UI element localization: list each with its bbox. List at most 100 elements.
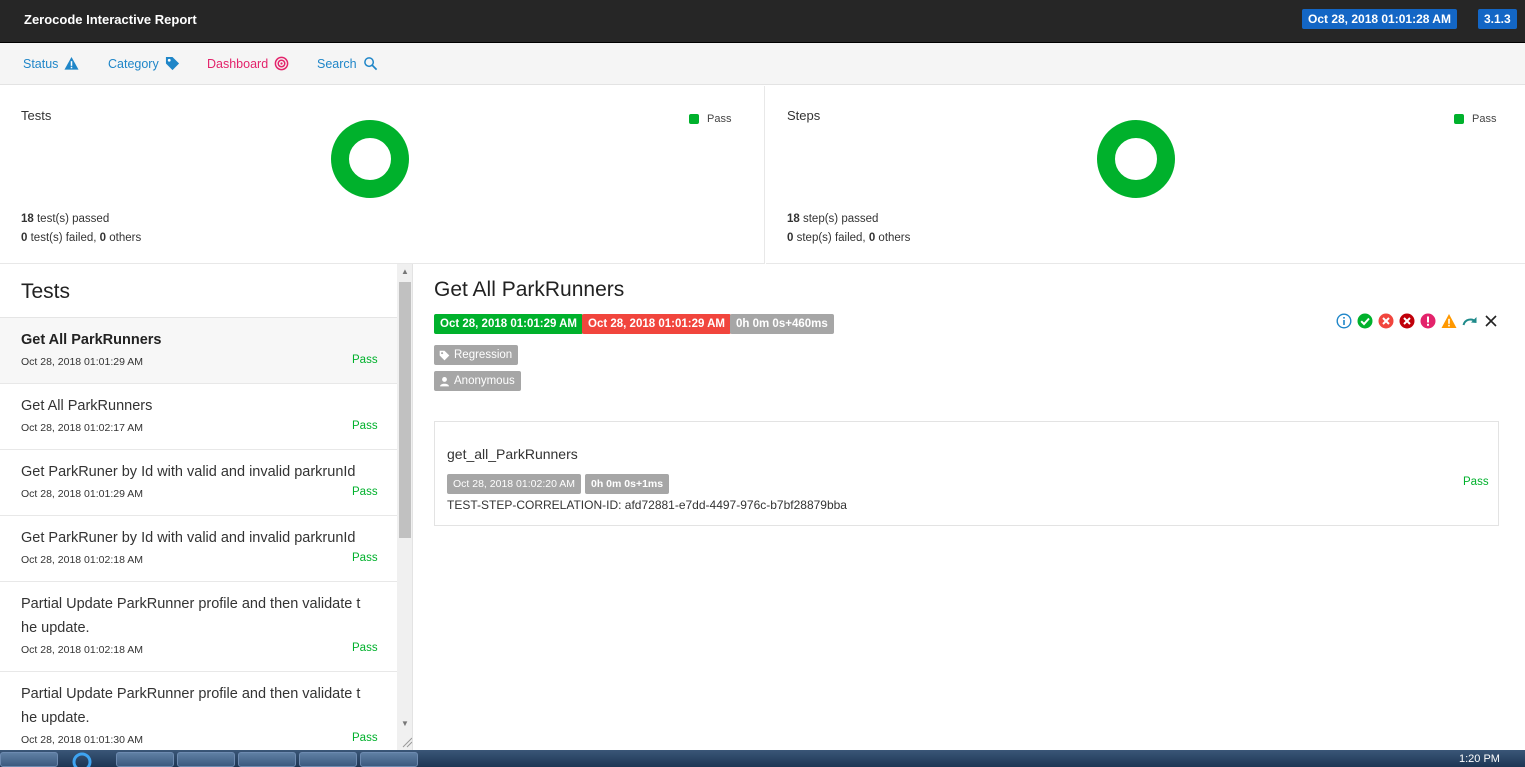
tests-failed-text: test(s) failed, — [27, 232, 100, 244]
tag-icon — [165, 56, 179, 71]
tests-passed-count: 18 — [21, 213, 34, 225]
test-list-item[interactable]: Partial Update ParkRunner profile and th… — [0, 582, 397, 672]
test-list-item[interactable]: Get ParkRuner by Id with valid and inval… — [0, 450, 397, 516]
tests-legend-label: Pass — [707, 113, 732, 125]
warning-icon — [64, 56, 79, 70]
tests-failed-line: 0 test(s) failed, 0 others — [21, 232, 141, 244]
test-detail-title: Get All ParkRunners — [434, 278, 625, 301]
nav-dashboard-label: Dashboard — [207, 56, 269, 71]
resize-grip-icon[interactable] — [401, 736, 413, 748]
test-name: Partial Update ParkRunner profile and th… — [21, 596, 361, 612]
duration-badge: 0h 0m 0s+460ms — [730, 314, 834, 334]
author-tag[interactable]: Anonymous — [434, 371, 521, 391]
test-time: Oct 28, 2018 01:02:17 AM — [21, 422, 144, 434]
step-time-badge: Oct 28, 2018 01:02:20 AM — [447, 474, 582, 494]
test-time: Oct 28, 2018 01:01:29 AM — [21, 356, 144, 368]
tag-icon — [439, 350, 450, 360]
pass-filter-icon[interactable] — [1357, 313, 1373, 329]
top-bar: Zerocode Interactive Report Oct 28, 2018… — [0, 0, 1525, 43]
report-date-badge: Oct 28, 2018 01:01:28 AM — [1302, 9, 1457, 29]
steps-passed-count: 18 — [787, 213, 800, 225]
pass-legend-swatch — [1454, 114, 1464, 124]
steps-donut-pass-arc — [1097, 120, 1175, 198]
info-filter-icon[interactable] — [1336, 313, 1352, 329]
test-name: Get All ParkRunners — [21, 332, 162, 348]
steps-failed-text: step(s) failed, — [793, 232, 869, 244]
category-tag[interactable]: Regression — [434, 345, 519, 365]
test-name: Get All ParkRunners — [21, 398, 153, 414]
test-time: Oct 28, 2018 01:02:18 AM — [21, 554, 144, 566]
taskbar-chrome-button[interactable] — [177, 752, 235, 767]
scroll-down-arrow-icon[interactable]: ▼ — [397, 716, 412, 732]
step-name: get_all_ParkRunners — [447, 446, 578, 462]
test-list-panel: Tests Get All ParkRunners Oct 28, 2018 0… — [0, 264, 413, 750]
end-time-badge: Oct 28, 2018 01:01:29 AM — [582, 314, 732, 334]
steps-summary-panel: Steps Pass 18 step(s) passed 0 step(s) f… — [766, 86, 1525, 264]
error-filter-icon[interactable] — [1420, 313, 1436, 329]
user-icon — [440, 376, 449, 386]
test-list-item[interactable]: Get All ParkRunners Oct 28, 2018 01:01:2… — [0, 318, 397, 384]
taskbar-clock[interactable]: 1:20 PM — [1459, 753, 1500, 765]
steps-passed-text: step(s) passed — [799, 213, 879, 225]
nav-category-label: Category — [108, 56, 159, 71]
tests-summary-panel: Tests Pass 18 test(s) passed 0 test(s) f… — [0, 86, 765, 264]
step-status: Pass — [1463, 476, 1489, 488]
test-time: Oct 28, 2018 01:02:18 AM — [21, 644, 144, 656]
test-time: Oct 28, 2018 01:01:30 AM — [21, 734, 144, 746]
test-list-item[interactable]: Get ParkRuner by Id with valid and inval… — [0, 516, 397, 582]
search-icon — [363, 57, 377, 71]
tests-passed-text: test(s) passed — [33, 213, 110, 225]
ie-browser-icon[interactable] — [62, 750, 102, 767]
test-list-header: Tests — [0, 264, 397, 318]
test-list-item[interactable]: Get All ParkRunners Oct 28, 2018 01:02:1… — [0, 384, 397, 450]
test-name: Get ParkRuner by Id with valid and inval… — [21, 530, 356, 546]
taskbar-app-button[interactable] — [360, 752, 418, 767]
test-list-scrollbar[interactable]: ▲ ▼ — [397, 264, 412, 750]
category-tag-label: Regression — [454, 349, 513, 361]
tests-legend[interactable]: Pass — [689, 113, 731, 125]
taskbar-app-button[interactable] — [238, 752, 296, 767]
target-icon — [274, 56, 289, 71]
test-status: Pass — [352, 354, 378, 366]
test-name: Get ParkRuner by Id with valid and inval… — [21, 464, 356, 480]
tests-donut-chart — [331, 120, 409, 198]
fail-filter-icon[interactable] — [1378, 313, 1394, 329]
test-status: Pass — [352, 642, 378, 654]
steps-summary-title: Steps — [787, 108, 821, 123]
scroll-thumb[interactable] — [399, 282, 411, 538]
nav-dashboard[interactable]: Dashboard — [207, 56, 289, 71]
test-time: Oct 28, 2018 01:01:29 AM — [21, 488, 144, 500]
warning-filter-icon[interactable] — [1441, 313, 1457, 329]
author-tag-label: Anonymous — [454, 375, 515, 387]
tests-donut-pass-arc — [331, 120, 409, 198]
fatal-filter-icon[interactable] — [1399, 313, 1415, 329]
step-card[interactable]: get_all_ParkRunners Oct 28, 2018 01:02:2… — [434, 421, 1499, 526]
status-filter-bar — [1336, 313, 1499, 329]
test-status: Pass — [352, 420, 378, 432]
clear-filter-close-icon[interactable] — [1483, 313, 1499, 329]
test-name-continued: he update. — [21, 710, 90, 726]
tests-others-text: others — [106, 232, 142, 244]
taskbar-explorer-button[interactable] — [116, 752, 174, 767]
steps-legend[interactable]: Pass — [1454, 113, 1496, 125]
test-status: Pass — [352, 732, 378, 744]
nav-search[interactable]: Search — [317, 56, 378, 71]
nav-status[interactable]: Status — [23, 56, 79, 71]
taskbar-app-button[interactable] — [0, 752, 58, 767]
version-badge: 3.1.3 — [1478, 9, 1517, 29]
skip-filter-icon[interactable] — [1462, 313, 1478, 329]
os-taskbar: 1:20 PM — [0, 750, 1525, 767]
test-status: Pass — [352, 552, 378, 564]
steps-others-text: others — [875, 232, 911, 244]
step-correlation-id: TEST-STEP-CORRELATION-ID: afd72881-e7dd-… — [447, 498, 847, 512]
nav-status-label: Status — [23, 56, 59, 71]
nav-bar: Status Category Dashboard Search — [0, 43, 1525, 85]
nav-category[interactable]: Category — [108, 56, 180, 71]
pass-legend-swatch — [689, 114, 699, 124]
scroll-up-arrow-icon[interactable]: ▲ — [397, 264, 412, 280]
tests-passed-line: 18 test(s) passed — [21, 213, 109, 225]
taskbar-app-button[interactable] — [299, 752, 357, 767]
test-list-item[interactable]: Partial Update ParkRunner profile and th… — [0, 672, 397, 750]
steps-failed-line: 0 step(s) failed, 0 others — [787, 232, 910, 244]
steps-passed-line: 18 step(s) passed — [787, 213, 878, 225]
